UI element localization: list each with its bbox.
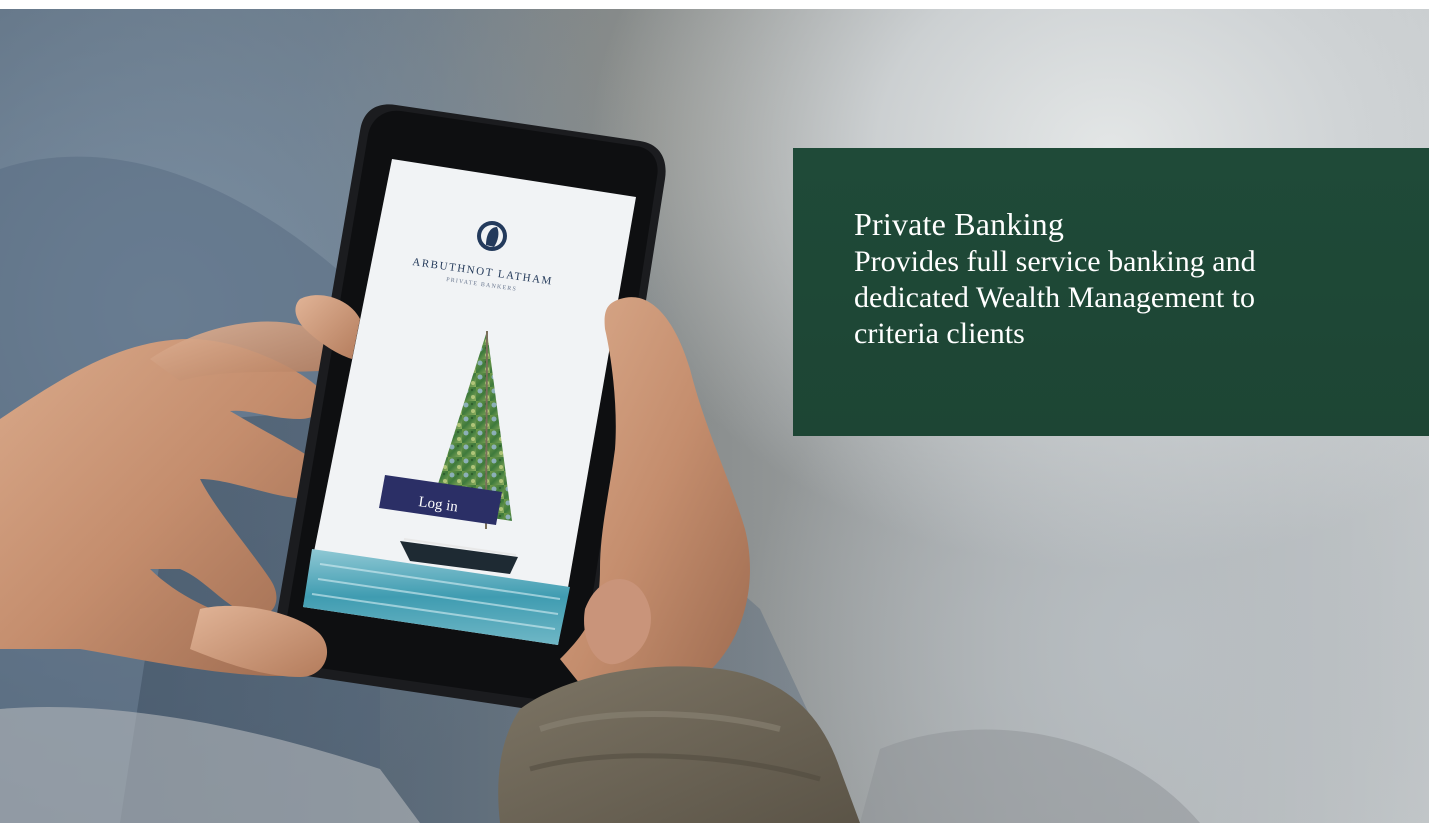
private-banking-panel: Private Banking Provides full service ba… [793,148,1429,436]
panel-description: Provides full service banking and dedica… [854,245,1256,350]
panel-title: Private Banking [854,206,1065,242]
